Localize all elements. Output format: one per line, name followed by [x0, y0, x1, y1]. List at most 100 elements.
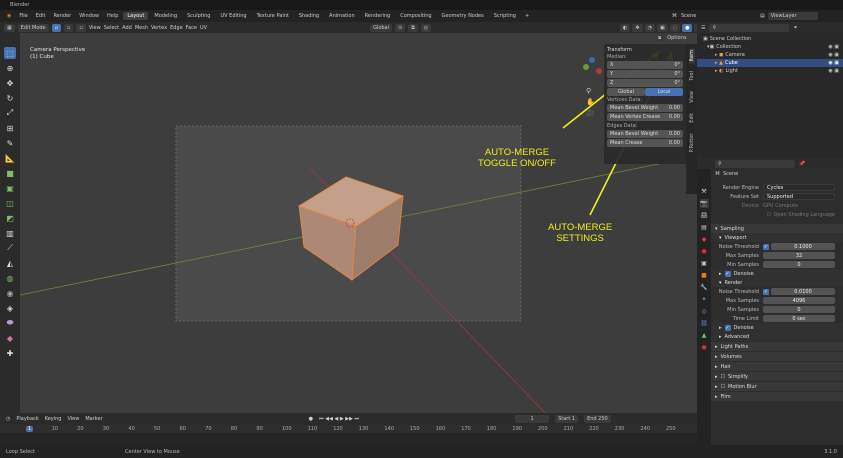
motion-blur-checkbox[interactable]: ☐ — [721, 384, 725, 390]
median-z-field[interactable]: Z 0° — [607, 79, 683, 87]
render-noise-threshold-field[interactable]: 0.0100 — [771, 288, 835, 295]
filter-icon[interactable]: ⏷ — [793, 25, 797, 31]
proportional-edit-icon[interactable]: ◎ — [420, 23, 432, 32]
tab-animation[interactable]: Animation — [325, 12, 359, 20]
data-props-icon[interactable]: ▲ — [700, 331, 709, 340]
automerge-toggle-icon[interactable]: ⧈ — [655, 34, 665, 42]
select-box-icon[interactable]: ⬚ — [4, 47, 16, 59]
outliner-editor-icon[interactable]: ☰ — [701, 25, 705, 31]
physics-props-icon[interactable]: ◎ — [700, 307, 709, 316]
extrude-icon[interactable]: ▣ — [4, 182, 16, 194]
scene-props-icon[interactable]: ◆ — [700, 235, 709, 244]
poly-build-icon[interactable]: ◭ — [4, 257, 16, 269]
viewport-subsection[interactable]: ▾ Viewport — [711, 233, 843, 242]
outliner-item-cube[interactable]: ▸ ▲ Cube ◉ ▣ — [697, 59, 843, 67]
min-samples-field[interactable]: 0 — [763, 261, 835, 268]
object-props-icon[interactable]: ■ — [700, 271, 709, 280]
menu-marker[interactable]: Marker — [85, 416, 102, 422]
menu-edit[interactable]: Edit — [33, 13, 49, 19]
menu-help[interactable]: Help — [104, 13, 121, 19]
render-denoise-checkbox[interactable]: ✓ — [724, 324, 731, 331]
bevel-icon[interactable]: ◩ — [4, 212, 16, 224]
tab-item[interactable]: Item — [688, 48, 695, 64]
tab-layout[interactable]: Layout — [123, 12, 149, 20]
snap-icon[interactable]: ⧉ — [408, 23, 418, 32]
eye-icon[interactable]: ◉ ▣ — [828, 44, 839, 50]
mean-vertex-crease-field[interactable]: Mean Vertex Crease 0.00 — [607, 113, 683, 121]
render-noise-threshold-checkbox[interactable]: ✓ — [763, 288, 769, 295]
record-icon[interactable]: ● — [309, 416, 313, 422]
median-y-field[interactable]: Y 0° — [607, 70, 683, 78]
rotate-icon[interactable]: ↻ — [4, 92, 16, 104]
tab-view[interactable]: View — [689, 89, 695, 105]
tab-shading[interactable]: Shading — [295, 12, 323, 20]
output-props-icon[interactable]: 🖨 — [700, 211, 709, 220]
noise-threshold-checkbox[interactable]: ✓ — [763, 243, 769, 250]
loop-cut-icon[interactable]: ▥ — [4, 227, 16, 239]
vertex-select-icon[interactable]: ▫ — [51, 23, 62, 32]
pivot-icon[interactable]: ⊙ — [395, 23, 406, 32]
timeline-editor-icon[interactable]: ◷ — [6, 416, 10, 422]
light-paths-section[interactable]: ▸ Light Paths — [711, 342, 843, 351]
tab-p-rotter[interactable]: P.Rotter — [689, 131, 695, 154]
pan-icon[interactable]: ✋ — [586, 98, 595, 106]
start-frame-field[interactable]: Start 1 — [555, 415, 579, 423]
outliner-search[interactable]: ⚲ — [709, 23, 790, 32]
noise-threshold-field[interactable]: 0.1000 — [771, 243, 835, 250]
outliner-item-camera[interactable]: ▸ ◼ Camera ◉ ▣ — [697, 51, 843, 59]
motion-blur-section[interactable]: ▸ ☐ Motion Blur — [711, 382, 843, 391]
zoom-icon[interactable]: ⚲ — [586, 87, 595, 95]
time-limit-field[interactable]: 0 sec — [763, 315, 835, 322]
eye-icon[interactable]: ◉ ▣ — [828, 52, 839, 58]
tab-tool[interactable]: Tool — [689, 69, 695, 83]
overlay-icon[interactable]: ◔ — [644, 23, 655, 32]
blender-logo-icon[interactable]: ◉ — [4, 13, 14, 19]
add-cube-icon[interactable]: ■ — [4, 167, 16, 179]
outliner-scene-collection[interactable]: ▣ Scene Collection — [697, 35, 843, 43]
tool-props-icon[interactable]: ⚒ — [700, 187, 709, 196]
wireframe-shading-icon[interactable]: ◌ — [669, 23, 681, 32]
render-subsection[interactable]: ▾ Render — [711, 278, 843, 287]
face-select-icon[interactable]: ▫ — [76, 23, 86, 32]
tab-geometry-nodes[interactable]: Geometry Nodes — [438, 12, 488, 20]
sampling-section[interactable]: ▾ Sampling — [711, 224, 843, 233]
camera-view-icon[interactable]: 🎥 — [586, 109, 595, 117]
visibility-icon[interactable]: ◐ — [620, 23, 631, 32]
outliner-collection[interactable]: ▾▣ Collection ◉ ▣ — [697, 43, 843, 51]
denoise-checkbox[interactable]: ✓ — [724, 270, 731, 277]
editor-type-button[interactable]: ▦ — [4, 23, 15, 32]
collection-props-icon[interactable]: ▣ — [700, 259, 709, 268]
rip-region-icon[interactable]: ✚ — [4, 347, 16, 359]
pin-icon[interactable]: 📌 — [799, 161, 805, 167]
osl-checkbox[interactable]: ☐ — [767, 212, 771, 218]
volumes-section[interactable]: ▸ Volumes — [711, 352, 843, 361]
modifier-props-icon[interactable]: 🔧 — [700, 283, 709, 292]
knife-icon[interactable]: ⟋ — [4, 242, 16, 254]
render-engine-dropdown[interactable]: Cycles — [763, 184, 835, 191]
shear-icon[interactable]: ◆ — [4, 332, 16, 344]
simplify-checkbox[interactable]: ☐ — [721, 374, 725, 380]
eye-icon[interactable]: ◉ ▣ — [828, 60, 839, 66]
options-dropdown[interactable]: Options — [667, 35, 686, 41]
scale-icon[interactable]: ⤢ — [4, 107, 16, 119]
mean-bevel-weight-field[interactable]: Mean Bevel Weight 0.00 — [607, 104, 683, 112]
menu-vertex[interactable]: Vertex — [151, 25, 167, 31]
playback-controls-icon[interactable]: ⏮ ◀◀ ◀ ▶ ▶▶ ⏭ — [319, 416, 359, 422]
move-icon[interactable]: ✥ — [4, 77, 16, 89]
denoise-subsection[interactable]: ▸ ✓ Denoise — [711, 269, 843, 278]
hair-section[interactable]: ▸ Hair — [711, 362, 843, 371]
gizmo-icon[interactable]: ✥ — [632, 23, 643, 32]
particles-props-icon[interactable]: ✦ — [700, 295, 709, 304]
transform-orientation-dropdown[interactable]: Global — [370, 23, 393, 32]
constraints-props-icon[interactable]: ⛓ — [700, 319, 709, 328]
tab-edit[interactable]: Edit — [689, 111, 695, 125]
add-workspace-button[interactable]: + — [522, 13, 532, 19]
menu-add[interactable]: Add — [122, 25, 132, 31]
simplify-section[interactable]: ▸ ☐ Simplify — [711, 372, 843, 381]
spin-icon[interactable]: ◍ — [4, 272, 16, 284]
edge-slide-icon[interactable]: ◈ — [4, 302, 16, 314]
tab-uv-editing[interactable]: UV Editing — [216, 12, 250, 20]
tab-rendering[interactable]: Rendering — [361, 12, 395, 20]
tab-scripting[interactable]: Scripting — [490, 12, 520, 20]
timeline-ruler[interactable]: 1 10 20 30 40 50 60 70 80 90 100 110 120 130 140 150 160… — [0, 425, 697, 433]
